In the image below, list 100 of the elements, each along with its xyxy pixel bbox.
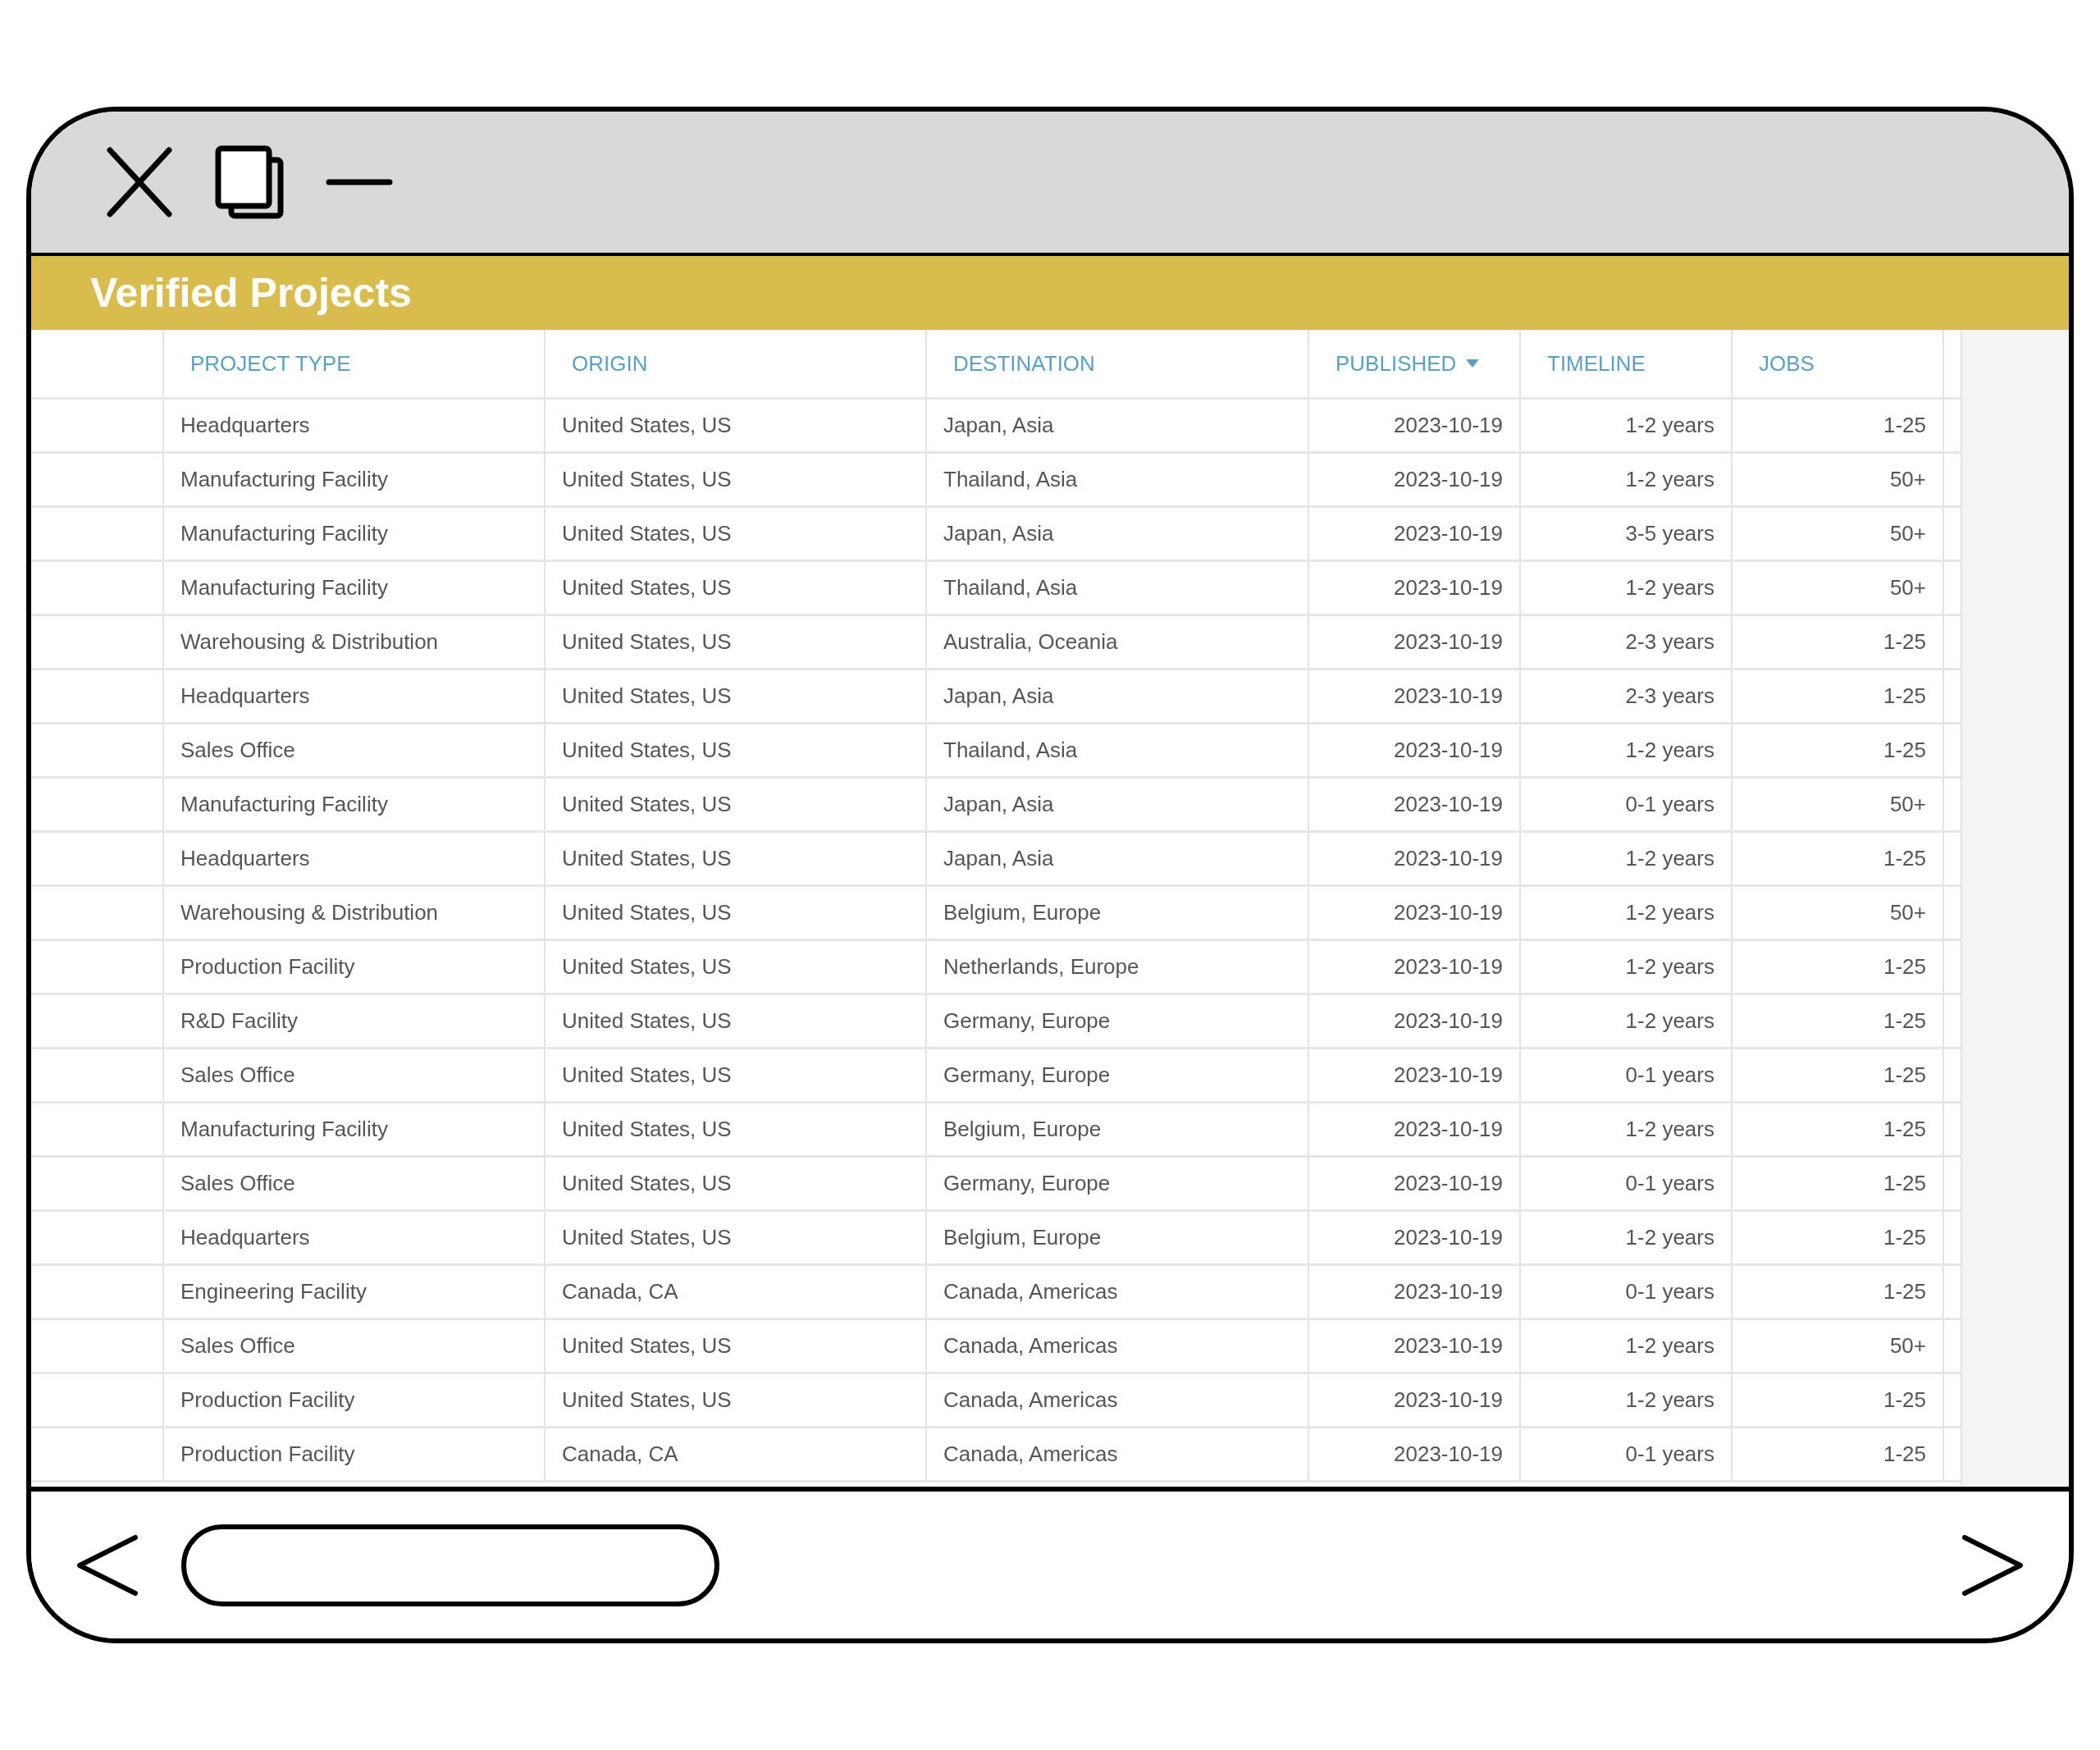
table-cell-text: 2023-10-19 — [1394, 466, 1503, 493]
table-cell-text: 2023-10-19 — [1394, 683, 1503, 710]
table-cell-text: 1-25 — [1883, 845, 1926, 872]
table-cell-text: United States, US — [562, 737, 732, 764]
table-cell-text: 1-2 years — [1625, 1116, 1714, 1143]
table-cell-text: United States, US — [562, 899, 732, 926]
table-cell-text: United States, US — [562, 466, 732, 493]
table-cell-text: 1-2 years — [1625, 737, 1714, 764]
table-cell-text: 1-2 years — [1625, 899, 1714, 926]
column-header[interactable]: JOBS — [1759, 347, 1815, 380]
table-cell-text: Canada, CA — [562, 1278, 678, 1305]
table-cell-text: 1-25 — [1883, 1278, 1926, 1305]
table-cell-text: Japan, Asia — [943, 791, 1054, 818]
table-cell-text: 2023-10-19 — [1394, 1332, 1503, 1359]
table-cell-text: 1-2 years — [1625, 466, 1714, 493]
table-cell-text: 1-25 — [1883, 953, 1926, 980]
table-cell-text: 2023-10-19 — [1394, 628, 1503, 656]
table-cell-text: 50+ — [1889, 899, 1926, 926]
table-cell-text: United States, US — [562, 1008, 732, 1035]
table-cell-text: 2023-10-19 — [1394, 1170, 1503, 1197]
table-cell-text: 1-2 years — [1625, 574, 1714, 601]
table-cell-text: 1-2 years — [1625, 953, 1714, 980]
table-cell-text: 0-1 years — [1625, 791, 1714, 818]
table-cell-text: 2023-10-19 — [1394, 899, 1503, 926]
table-cell-text: Belgium, Europe — [943, 1116, 1102, 1143]
table-cell-text: 50+ — [1889, 520, 1926, 547]
table-cell-text: 1-2 years — [1625, 412, 1714, 439]
table-cell-text: Headquarters — [180, 1224, 310, 1251]
table-cell-text: 1-25 — [1883, 737, 1926, 764]
table-cell-text: Canada, Americas — [943, 1441, 1118, 1468]
restore-icon[interactable] — [215, 145, 284, 219]
table-cell-text: 1-2 years — [1625, 1332, 1714, 1359]
table-cell-text: Manufacturing Facility — [180, 520, 388, 547]
table-cell-text: 2023-10-19 — [1394, 412, 1503, 439]
table-cell-text: Engineering Facility — [180, 1278, 367, 1305]
table-cell-text: 1-25 — [1883, 683, 1926, 710]
table-cell-text: 2023-10-19 — [1394, 520, 1503, 547]
right-chevron-icon[interactable] — [1961, 1533, 2024, 1597]
column-header[interactable]: ORIGIN — [572, 347, 648, 380]
table-cell-text: United States, US — [562, 1224, 732, 1251]
table-cell-text: United States, US — [562, 574, 732, 601]
table-cell-text: Thailand, Asia — [943, 737, 1078, 764]
table-cell-text: United States, US — [562, 1332, 732, 1359]
table-cell-text: Sales Office — [180, 1062, 295, 1089]
left-chevron-icon[interactable] — [76, 1533, 139, 1597]
table-cell-text: Thailand, Asia — [943, 574, 1078, 601]
table-cell-text: Headquarters — [180, 412, 310, 439]
table-cell-text: 2-3 years — [1625, 683, 1714, 710]
table-cell-text: Japan, Asia — [943, 683, 1054, 710]
table-cell-text: United States, US — [562, 791, 732, 818]
table-cell-text: 2023-10-19 — [1394, 1224, 1503, 1251]
table-cell-text: Production Facility — [180, 953, 355, 980]
column-header[interactable]: DESTINATION — [953, 347, 1095, 380]
table-cell-text: 3-5 years — [1625, 520, 1714, 547]
table-cell-text: 2023-10-19 — [1394, 1387, 1503, 1414]
table-cell-text: United States, US — [562, 520, 732, 547]
table-cell-text: Thailand, Asia — [943, 466, 1078, 493]
table-cell-text: 0-1 years — [1625, 1441, 1714, 1468]
table-cell-text: Belgium, Europe — [943, 899, 1102, 926]
table-cell-text: Canada, Americas — [943, 1278, 1118, 1305]
table-cell-text: 1-2 years — [1625, 1008, 1714, 1035]
table-cell-text: 2023-10-19 — [1394, 1441, 1503, 1468]
table-cell-text: Germany, Europe — [943, 1062, 1111, 1089]
page-title: Verified Projects — [90, 268, 412, 318]
table-cell-text: 2023-10-19 — [1394, 574, 1503, 601]
table-cell-text: United States, US — [562, 412, 732, 439]
table-cell-text: 50+ — [1889, 791, 1926, 818]
table-cell-text: 1-25 — [1883, 412, 1926, 439]
table-cell-text: Japan, Asia — [943, 412, 1054, 439]
table-cell-text: United States, US — [562, 845, 732, 872]
table-cell-text: 2023-10-19 — [1394, 1062, 1503, 1089]
table-cell-text: Japan, Asia — [943, 520, 1054, 547]
table-cell-text: Manufacturing Facility — [180, 466, 388, 493]
table-cell-text: 2023-10-19 — [1394, 1116, 1503, 1143]
table-cell-text: United States, US — [562, 1387, 732, 1414]
table-cell-text: 1-25 — [1883, 1441, 1926, 1468]
close-icon[interactable] — [105, 145, 174, 219]
column-header[interactable]: PROJECT TYPE — [190, 347, 351, 380]
table-cell-text: United States, US — [562, 683, 732, 710]
column-header[interactable]: PUBLISHED — [1335, 347, 1480, 380]
minimize-icon[interactable] — [325, 177, 394, 187]
table-cell-text: Production Facility — [180, 1387, 355, 1414]
table-cell-text: 2023-10-19 — [1394, 791, 1503, 818]
table-cell-text: 1-25 — [1883, 628, 1926, 656]
table-cell-text: 2-3 years — [1625, 628, 1714, 656]
table-cell-text: R&D Facility — [180, 1008, 298, 1035]
table-cell-text: United States, US — [562, 1116, 732, 1143]
scrollbar-thumb[interactable] — [181, 1524, 719, 1606]
table-cell-text: 2023-10-19 — [1394, 737, 1503, 764]
table-cell-text: Headquarters — [180, 845, 310, 872]
table-cell-text: Production Facility — [180, 1441, 355, 1468]
table-cell-text: 0-1 years — [1625, 1170, 1714, 1197]
table-cell-text: 1-25 — [1883, 1008, 1926, 1035]
table-cell-text: 1-25 — [1883, 1116, 1926, 1143]
table-cell-text: 2023-10-19 — [1394, 1008, 1503, 1035]
table-cell-text: Manufacturing Facility — [180, 1116, 388, 1143]
table-cell-text: 1-2 years — [1625, 845, 1714, 872]
column-header[interactable]: TIMELINE — [1547, 347, 1646, 380]
table-cell-text: 1-25 — [1883, 1387, 1926, 1414]
table-cell-text: 0-1 years — [1625, 1062, 1714, 1089]
